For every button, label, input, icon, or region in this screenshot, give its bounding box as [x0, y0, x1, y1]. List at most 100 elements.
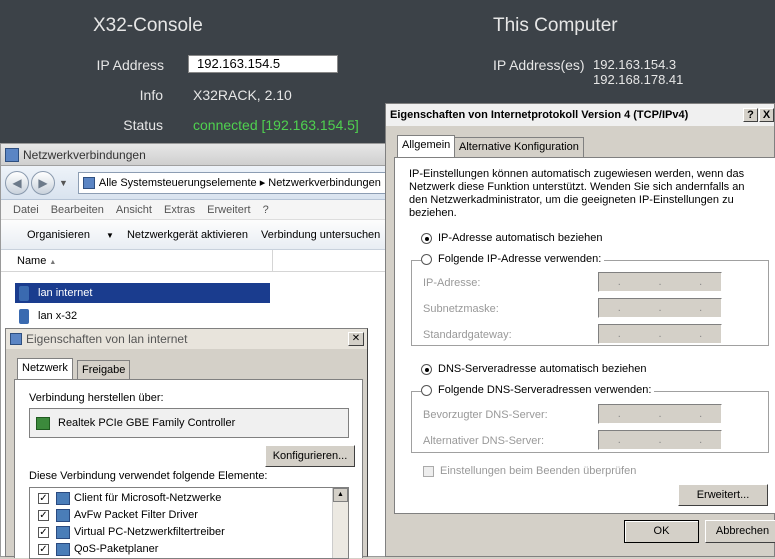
checkbox-checked[interactable]: ✓ — [38, 492, 49, 504]
manual-ip-label: Folgende IP-Adresse verwenden: — [438, 253, 602, 265]
ip-address-2: 192.168.178.41 — [593, 72, 684, 87]
command-bar: Organisieren ▼ Netzwerkgerät aktivieren … — [1, 220, 401, 250]
elements-list: ✓ Client für Microsoft-Netzwerke ✓ AvFw Pa… — [29, 487, 349, 559]
lan-properties-title: Eigenschaften von lan internet — [26, 332, 188, 346]
lan-properties-dialog: Eigenschaften von lan internet ✕ Netzwer… — [5, 328, 368, 559]
close-button[interactable]: X — [759, 108, 774, 122]
name-column-label: Name — [17, 254, 47, 267]
advanced-button[interactable]: Erweitert... — [678, 484, 768, 506]
activate-device-button[interactable]: Netzwerkgerät aktivieren — [127, 229, 248, 241]
general-panel: IP-Einstellungen können automatisch zuge… — [394, 157, 775, 514]
network-window-title: Netzwerkverbindungen — [23, 147, 146, 162]
organize-label: Organisieren — [27, 228, 90, 241]
list-item[interactable]: lan internet — [15, 283, 270, 303]
checkbox-checked[interactable]: ✓ — [38, 509, 49, 521]
cancel-button[interactable]: Abbrechen — [705, 520, 775, 543]
subnet-field-label: Subnetzmaske: — [423, 303, 499, 315]
address-bar: ◀ ▶ ▼ Alle Systemsteuerungselemente ▸ Ne… — [1, 166, 391, 200]
menu-help[interactable]: ? — [263, 204, 269, 216]
client-icon — [56, 491, 70, 505]
subnet-field[interactable]: ... — [598, 298, 722, 318]
ip-address-1: 192.163.154.3 — [593, 57, 677, 72]
menu-erweitert[interactable]: Erweitert — [207, 204, 250, 216]
history-dropdown-icon[interactable]: ▼ — [59, 178, 68, 188]
this-computer-title: This Computer — [493, 15, 618, 36]
preferred-dns-field[interactable]: ... — [598, 404, 722, 424]
auto-ip-label: IP-Adresse automatisch beziehen — [438, 232, 603, 244]
status-label: Status — [123, 117, 163, 133]
network-folder-icon — [5, 147, 19, 162]
checkbox-checked[interactable]: ✓ — [38, 526, 49, 538]
forward-button[interactable]: ▶ — [31, 170, 55, 195]
menu-bar: Datei Bearbeiten Ansicht Extras Erweiter… — [1, 200, 391, 220]
column-header: Name ▲ — [1, 249, 391, 272]
list-item[interactable]: ✓ QoS-Paketplaner — [38, 541, 158, 557]
configure-button[interactable]: Konfigurieren... — [265, 445, 355, 467]
info-label: Info — [139, 87, 163, 103]
manual-dns-radio[interactable]: Folgende DNS-Serveradressen verwenden: — [421, 384, 655, 396]
ip-addresses-label: IP Address(es) — [493, 57, 585, 73]
element-label: AvFw Packet Filter Driver — [74, 509, 198, 521]
help-button[interactable]: ? — [743, 108, 758, 122]
element-label: QoS-Paketplaner — [74, 543, 159, 555]
validate-checkbox[interactable]: Einstellungen beim Beenden überprüfen — [423, 465, 636, 477]
list-item[interactable]: ✓ Virtual PC-Netzwerkfiltertreiber — [38, 524, 225, 540]
chevron-down-icon: ▼ — [106, 230, 114, 240]
control-panel-icon — [82, 176, 95, 189]
gateway-field[interactable]: ... — [598, 324, 722, 344]
organize-button[interactable]: Organisieren ▼ — [14, 229, 114, 241]
info-value: X32RACK, 2.10 — [193, 87, 292, 103]
radio-selected-icon — [421, 232, 432, 244]
tab-allgemein[interactable]: Allgemein — [397, 135, 456, 157]
name-column-header[interactable]: Name ▲ — [1, 249, 273, 272]
checkbox-disabled — [423, 465, 434, 477]
diagnose-connection-button[interactable]: Verbindung untersuchen — [261, 229, 380, 241]
back-button[interactable]: ◀ — [5, 170, 29, 195]
ip-address-label: IP Address — [96, 57, 164, 73]
menu-ansicht[interactable]: Ansicht — [116, 204, 152, 216]
intro-text: IP-Einstellungen können automatisch zuge… — [409, 168, 745, 219]
tab-netzwerk[interactable]: Netzwerk — [17, 358, 73, 380]
alternate-dns-label: Alternativer DNS-Server: — [423, 435, 545, 447]
close-button[interactable]: ✕ — [348, 332, 364, 346]
ip-address-field[interactable]: ... — [598, 272, 722, 292]
alternate-dns-field[interactable]: ... — [598, 430, 722, 450]
ipv4-title: Eigenschaften von Internetprotokoll Vers… — [390, 109, 689, 121]
scrollbar[interactable]: ▲ — [332, 488, 348, 558]
connection-name: lan internet — [38, 287, 93, 299]
gateway-field-label: Standardgateway: — [423, 329, 512, 341]
radio-selected-icon — [421, 363, 432, 375]
network-window-titlebar: Netzwerkverbindungen — [1, 144, 391, 166]
ok-button[interactable]: OK — [624, 520, 699, 543]
network-card-icon — [36, 416, 50, 430]
checkbox-checked[interactable]: ✓ — [38, 543, 49, 555]
validate-label: Einstellungen beim Beenden überprüfen — [440, 465, 637, 477]
elements-label: Diese Verbindung verwendet folgende Elem… — [29, 470, 268, 482]
auto-dns-radio[interactable]: DNS-Serveradresse automatisch beziehen — [421, 363, 647, 375]
driver-icon — [56, 508, 70, 522]
element-label: Virtual PC-Netzwerkfiltertreiber — [74, 526, 225, 538]
menu-datei[interactable]: Datei — [13, 204, 39, 216]
network-adapter-icon — [19, 308, 29, 324]
connection-name: lan x-32 — [38, 310, 78, 322]
manual-ip-radio[interactable]: Folgende IP-Adresse verwenden: — [421, 253, 605, 265]
connect-via-label: Verbindung herstellen über: — [29, 392, 164, 404]
scroll-up-icon[interactable]: ▲ — [333, 488, 348, 502]
radio-empty-icon — [421, 384, 432, 396]
tab-freigabe[interactable]: Freigabe — [77, 360, 131, 380]
element-label: Client für Microsoft-Netzwerke — [74, 492, 222, 504]
tab-alternative-konfiguration[interactable]: Alternative Konfiguration — [454, 137, 584, 157]
driver-icon — [56, 525, 70, 539]
breadcrumb[interactable]: Alle Systemsteuerungselemente ▸ Netzwerk… — [77, 171, 391, 194]
menu-bearbeiten[interactable]: Bearbeiten — [51, 204, 104, 216]
auto-dns-label: DNS-Serveradresse automatisch beziehen — [438, 363, 647, 375]
ip-address-field-label: IP-Adresse: — [423, 277, 481, 289]
menu-extras[interactable]: Extras — [164, 204, 195, 216]
ip-address-input[interactable]: 192.163.154.5 — [188, 55, 338, 73]
list-item[interactable]: ✓ Client für Microsoft-Netzwerke — [38, 490, 221, 506]
list-item[interactable]: ✓ AvFw Packet Filter Driver — [38, 507, 198, 523]
lan-properties-panel: Verbindung herstellen über: Realtek PCIe… — [14, 379, 363, 559]
driver-icon — [56, 542, 70, 556]
auto-ip-radio[interactable]: IP-Adresse automatisch beziehen — [421, 232, 602, 244]
list-item[interactable]: lan x-32 — [15, 306, 77, 326]
